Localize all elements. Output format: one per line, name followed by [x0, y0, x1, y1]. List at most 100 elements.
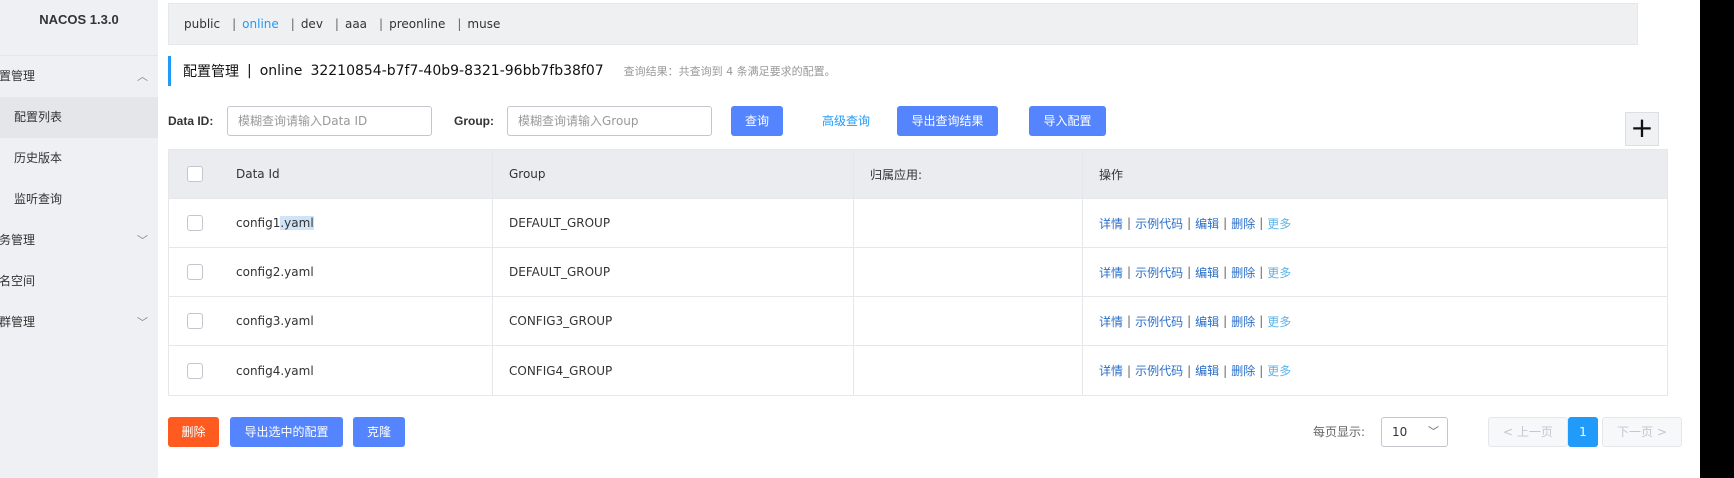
data-id-cell: config1 .yaml [220, 199, 493, 247]
ops-cell: 详情 | 示例代码 | 编辑 | 删除 | 更多 [1083, 199, 1667, 247]
op-separator: | [1223, 363, 1228, 378]
details-link[interactable]: 详情 [1099, 215, 1123, 232]
namespace-separator: | [457, 17, 462, 31]
edit-link[interactable]: 编辑 [1195, 215, 1219, 232]
row-checkbox-cell [169, 297, 220, 345]
sidebar-item-namespace[interactable]: 命名空间 [0, 261, 158, 302]
data-id-cell: config3.yaml [220, 297, 493, 345]
config-table: Data Id Group 归属应用: 操作 config1 .yaml DEFA… [168, 149, 1668, 396]
select-all-checkbox[interactable] [186, 166, 203, 182]
sidebar-item-config-list[interactable]: 配置列表 [0, 97, 158, 138]
more-link[interactable]: 更多 [1267, 313, 1291, 330]
namespace-separator: | [379, 17, 384, 31]
column-header-group: Group [493, 150, 854, 198]
data-id-text: config3.yaml [236, 314, 314, 328]
advanced-query-link[interactable]: 高级查询 [822, 106, 870, 136]
data-id-text: config2.yaml [236, 265, 314, 279]
app-cell [854, 248, 1083, 296]
namespace-tab-dev[interactable]: dev [301, 17, 323, 31]
app-cell [854, 199, 1083, 247]
details-link[interactable]: 详情 [1099, 264, 1123, 281]
namespace-tab-aaa[interactable]: aaa [345, 17, 367, 31]
import-config-button[interactable]: 导入配置 [1029, 106, 1106, 136]
row-checkbox[interactable] [186, 362, 203, 379]
namespace-tab-public[interactable]: public [184, 17, 220, 31]
delete-button[interactable]: 删除 [168, 417, 219, 447]
details-link[interactable]: 详情 [1099, 362, 1123, 379]
screen-edge [1700, 0, 1734, 478]
table-row: config3.yaml CONFIG3_GROUP 详情 | 示例代码 | 编辑 | 删除… [169, 297, 1667, 346]
namespace-id: 32210854-b7f7-40b9-8321-96bb7fb38f07 [310, 63, 604, 79]
query-button[interactable]: 查询 [731, 106, 783, 136]
delete-link[interactable]: 删除 [1231, 264, 1255, 281]
namespace-tab-muse[interactable]: muse [467, 17, 500, 31]
delete-link[interactable]: 删除 [1231, 362, 1255, 379]
sidebar-item-label: 服务管理 [0, 233, 36, 247]
group-input[interactable]: 模糊查询请输入Group [507, 106, 712, 136]
app-cell [854, 346, 1083, 395]
sidebar-divider [0, 40, 158, 56]
more-link[interactable]: 更多 [1267, 362, 1291, 379]
op-separator: | [1259, 216, 1264, 230]
data-id-input[interactable]: 模糊查询请输入Data ID [227, 106, 432, 136]
namespace-separator: | [334, 17, 339, 31]
namespace-tab-online[interactable]: online [242, 17, 279, 31]
chevron-down-icon: ﹀ [137, 316, 148, 329]
per-page-value: 10 [1392, 425, 1408, 439]
export-selected-button[interactable]: 导出选中的配置 [230, 417, 343, 447]
op-separator: | [1127, 363, 1132, 378]
sample-code-link[interactable]: 示例代码 [1135, 215, 1183, 232]
clone-button[interactable]: 克隆 [353, 417, 405, 447]
sample-code-link[interactable]: 示例代码 [1135, 362, 1183, 379]
row-checkbox[interactable] [186, 313, 203, 329]
namespace-name: online [259, 63, 303, 79]
namespace-separator: | [232, 17, 237, 31]
op-separator: | [1187, 363, 1192, 378]
more-link[interactable]: 更多 [1267, 264, 1291, 281]
sample-code-link[interactable]: 示例代码 [1135, 313, 1183, 330]
op-separator: | [1187, 216, 1192, 230]
title-separator: | [247, 63, 252, 79]
sidebar-item-label: 历史版本 [14, 151, 63, 165]
row-checkbox[interactable] [186, 264, 203, 280]
next-page-button[interactable]: 下一页 > [1602, 417, 1682, 447]
sidebar-item-cluster-management[interactable]: 集群管理 ﹀ [0, 302, 158, 343]
sidebar-item-label: 监听查询 [14, 192, 63, 206]
group-label: Group: [454, 114, 494, 128]
namespace-tab-preonline[interactable]: preonline [389, 17, 445, 31]
row-checkbox-cell [169, 346, 220, 395]
sidebar-item-service-management[interactable]: 服务管理 ﹀ [0, 220, 158, 261]
table-row: config4.yaml CONFIG4_GROUP 详情 | 示例代码 | 编辑 | 删除… [169, 346, 1667, 395]
sidebar-item-label: 命名空间 [0, 274, 36, 288]
group-cell: DEFAULT_GROUP [493, 199, 854, 247]
sample-code-link[interactable]: 示例代码 [1135, 264, 1183, 281]
sidebar-item-history[interactable]: 历史版本 [0, 138, 158, 179]
group-cell: CONFIG3_GROUP [493, 297, 854, 345]
edit-link[interactable]: 编辑 [1195, 362, 1219, 379]
export-results-button[interactable]: 导出查询结果 [897, 106, 998, 136]
current-page-button[interactable]: 1 [1568, 417, 1598, 447]
app-logo: NACOS 1.3.0 [39, 12, 119, 27]
details-link[interactable]: 详情 [1099, 313, 1123, 330]
search-form: Data ID: 模糊查询请输入Data ID Group: 模糊查询请输入Gr… [168, 106, 1648, 136]
prev-page-button[interactable]: < 上一页 [1488, 417, 1568, 447]
ops-cell: 详情 | 示例代码 | 编辑 | 删除 | 更多 [1083, 248, 1667, 296]
page-title: 配置管理 [183, 64, 239, 80]
group-cell: DEFAULT_GROUP [493, 248, 854, 296]
group-cell: CONFIG4_GROUP [493, 346, 854, 395]
per-page-select[interactable]: 10 ﹀ [1381, 417, 1448, 447]
sidebar-item-config-management[interactable]: 配置管理 ︿ [0, 56, 158, 97]
row-checkbox[interactable] [186, 215, 203, 231]
plus-icon[interactable]: + [1625, 112, 1659, 146]
edit-link[interactable]: 编辑 [1195, 313, 1219, 330]
column-header-ops: 操作 [1099, 167, 1124, 182]
app-cell [854, 297, 1083, 345]
delete-link[interactable]: 删除 [1231, 313, 1255, 330]
row-checkbox-cell [169, 248, 220, 296]
sidebar-item-listener-query[interactable]: 监听查询 [0, 179, 158, 220]
delete-link[interactable]: 删除 [1231, 215, 1255, 232]
edit-link[interactable]: 编辑 [1195, 264, 1219, 281]
chevron-down-icon: ﹀ [137, 234, 148, 247]
more-link[interactable]: 更多 [1267, 215, 1291, 232]
result-hint: 查询结果：共查询到 4 条满足要求的配置。 [623, 65, 836, 78]
